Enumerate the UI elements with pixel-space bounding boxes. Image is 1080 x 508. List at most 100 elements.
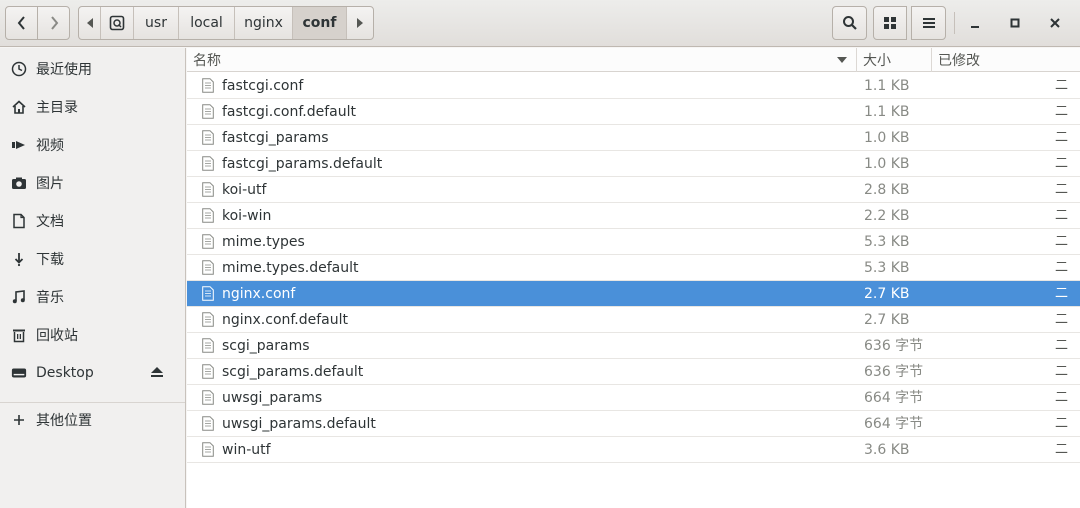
- path-crumb-conf[interactable]: conf: [293, 7, 347, 39]
- table-row[interactable]: mime.types 5.3 KB 二: [187, 229, 1080, 255]
- sidebar-item-label: 音乐: [36, 290, 64, 306]
- table-row[interactable]: uwsgi_params.default 664 字节 二: [187, 411, 1080, 437]
- file-name: scgi_params: [222, 338, 310, 354]
- path-crumb-usr[interactable]: usr: [134, 7, 179, 39]
- text-file-icon: [202, 312, 214, 327]
- close-icon: [1050, 18, 1060, 28]
- sidebar-item-label: 回收站: [36, 328, 78, 344]
- sidebar-item-label: 视频: [36, 138, 64, 154]
- sidebar-separator: [0, 402, 185, 403]
- eject-icon[interactable]: [150, 365, 164, 383]
- sidebar-item-label: 其他位置: [36, 413, 92, 429]
- text-file-icon: [202, 104, 214, 119]
- path-scroll-left-button[interactable]: [79, 7, 101, 39]
- table-row[interactable]: scgi_params 636 字节 二: [187, 333, 1080, 359]
- file-name: uwsgi_params.default: [222, 416, 376, 432]
- text-file-icon: [202, 78, 214, 93]
- close-button[interactable]: [1038, 6, 1072, 40]
- trash-icon: [11, 327, 27, 343]
- file-size: 664 字节: [864, 390, 924, 406]
- path-scroll-right-button[interactable]: [347, 7, 373, 39]
- table-row[interactable]: scgi_params.default 636 字节 二: [187, 359, 1080, 385]
- search-button[interactable]: [832, 6, 867, 40]
- text-file-icon: [202, 416, 214, 431]
- sidebar-item-downloads[interactable]: 下载: [0, 244, 185, 274]
- file-name: koi-win: [222, 208, 272, 224]
- home-icon: [11, 99, 27, 115]
- table-row[interactable]: fastcgi_params 1.0 KB 二: [187, 125, 1080, 151]
- sort-descending-icon: [837, 57, 847, 63]
- file-name: mime.types.default: [222, 260, 359, 276]
- sidebar-item-home[interactable]: 主目录: [0, 92, 185, 122]
- forward-button[interactable]: [37, 6, 70, 40]
- triangle-right-icon: [357, 18, 363, 28]
- file-name: nginx.conf.default: [222, 312, 349, 328]
- table-row[interactable]: koi-utf 2.8 KB 二: [187, 177, 1080, 203]
- table-row[interactable]: nginx.conf 2.7 KB 二: [187, 281, 1080, 307]
- text-file-icon: [202, 234, 214, 249]
- sidebar-item-pictures[interactable]: 图片: [0, 168, 185, 198]
- text-file-icon: [202, 208, 214, 223]
- file-name: koi-utf: [222, 182, 267, 198]
- file-modified: 二: [1055, 312, 1069, 327]
- column-separator[interactable]: [931, 48, 932, 72]
- file-name: fastcgi_params.default: [222, 156, 383, 172]
- file-name: uwsgi_params: [222, 390, 323, 406]
- table-row[interactable]: fastcgi.conf.default 1.1 KB 二: [187, 99, 1080, 125]
- file-modified: 二: [1055, 130, 1069, 145]
- sidebar-item-recent[interactable]: 最近使用: [0, 54, 185, 84]
- video-icon: [11, 137, 27, 153]
- grid-icon: [884, 17, 896, 29]
- sidebar-item-label: Desktop: [36, 365, 94, 381]
- file-modified: 二: [1055, 78, 1069, 93]
- header-bar: usr local nginx conf: [0, 0, 1080, 47]
- table-row[interactable]: win-utf 3.6 KB 二: [187, 437, 1080, 463]
- path-bar: usr local nginx conf: [78, 6, 374, 40]
- table-row[interactable]: uwsgi_params 664 字节 二: [187, 385, 1080, 411]
- column-header-modified[interactable]: 已修改: [938, 48, 980, 72]
- path-root-button[interactable]: [101, 7, 134, 39]
- sidebar-item-desktop[interactable]: Desktop: [0, 358, 185, 388]
- sidebar-item-music[interactable]: 音乐: [0, 282, 185, 312]
- file-modified: 二: [1055, 182, 1069, 197]
- sidebar-item-other-locations[interactable]: 其他位置: [0, 405, 185, 435]
- table-row[interactable]: koi-win 2.2 KB 二: [187, 203, 1080, 229]
- search-icon: [842, 16, 857, 30]
- table-row[interactable]: fastcgi.conf 1.1 KB 二: [187, 73, 1080, 99]
- sidebar-item-label: 下载: [36, 252, 64, 268]
- file-size: 636 字节: [864, 338, 924, 354]
- file-modified: 二: [1055, 338, 1069, 353]
- path-crumb-local[interactable]: local: [179, 7, 235, 39]
- hamburger-menu-icon: [922, 18, 935, 28]
- sidebar-item-videos[interactable]: 视频: [0, 130, 185, 160]
- column-header: 名称 大小 已修改: [187, 48, 1080, 72]
- column-separator[interactable]: [856, 48, 857, 72]
- menu-button[interactable]: [911, 6, 946, 40]
- maximize-button[interactable]: [998, 6, 1032, 40]
- table-row[interactable]: mime.types.default 5.3 KB 二: [187, 255, 1080, 281]
- column-header-name[interactable]: 名称: [193, 48, 221, 72]
- column-header-size[interactable]: 大小: [863, 48, 891, 72]
- sidebar-item-trash[interactable]: 回收站: [0, 320, 185, 350]
- clock-icon: [11, 61, 27, 77]
- sidebar: 最近使用 主目录 视频 图片 文档 下载 音乐 回收站 Desktop 其他位置: [0, 48, 186, 508]
- drive-icon: [11, 365, 27, 381]
- file-size: 2.8 KB: [864, 182, 910, 198]
- minimize-button[interactable]: [958, 6, 992, 40]
- drive-root-icon: [109, 15, 125, 31]
- file-name: fastcgi.conf: [222, 78, 304, 94]
- table-row[interactable]: nginx.conf.default 2.7 KB 二: [187, 307, 1080, 333]
- path-crumb-nginx[interactable]: nginx: [235, 7, 293, 39]
- file-name: mime.types: [222, 234, 305, 250]
- triangle-left-icon: [86, 18, 93, 28]
- table-row[interactable]: fastcgi_params.default 1.0 KB 二: [187, 151, 1080, 177]
- file-modified: 二: [1055, 364, 1069, 379]
- sidebar-item-label: 文档: [36, 214, 64, 230]
- sidebar-item-documents[interactable]: 文档: [0, 206, 185, 236]
- back-button[interactable]: [5, 6, 38, 40]
- sidebar-item-label: 最近使用: [36, 62, 92, 78]
- grid-view-button[interactable]: [873, 6, 907, 40]
- chevron-right-icon: [50, 16, 58, 30]
- sidebar-item-label: 主目录: [36, 100, 78, 116]
- file-size: 1.0 KB: [864, 130, 910, 146]
